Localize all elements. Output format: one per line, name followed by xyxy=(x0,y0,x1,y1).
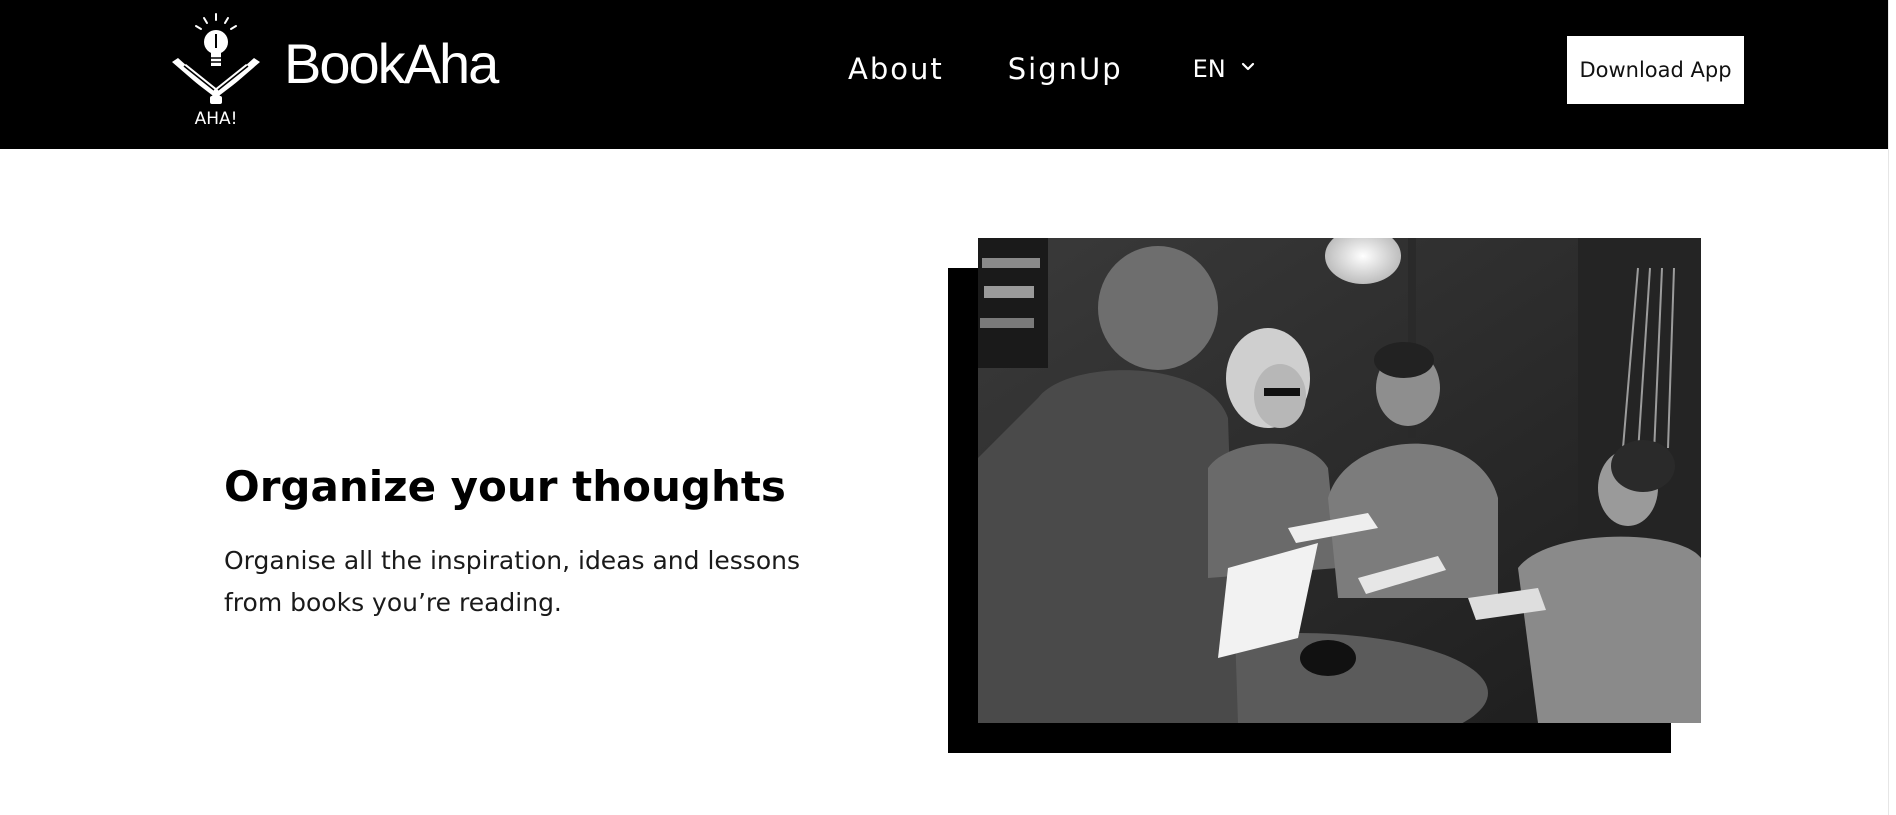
scrollbar[interactable] xyxy=(1888,0,1896,815)
logo-caption: AHA! xyxy=(195,109,238,128)
chevron-down-icon xyxy=(1241,62,1254,71)
hero-title: Organize your thoughts xyxy=(224,462,786,511)
nav-about[interactable]: About xyxy=(848,52,944,86)
language-label: EN xyxy=(1192,55,1226,83)
reading-group-image xyxy=(978,238,1701,723)
lightbulb-book-icon: AHA! xyxy=(172,13,260,128)
site-header: AHA! BookAha About SignUp EN Download Ap… xyxy=(0,0,1896,149)
nav-signup[interactable]: SignUp xyxy=(1008,52,1123,86)
page: AHA! BookAha About SignUp EN Download Ap… xyxy=(0,0,1896,815)
language-selector[interactable]: EN xyxy=(1193,55,1256,83)
download-app-button[interactable]: Download App xyxy=(1567,36,1744,104)
brand-name: BookAha xyxy=(284,31,499,95)
hero-photo xyxy=(978,238,1701,723)
hero-description: Organise all the inspiration, ideas and … xyxy=(224,546,801,617)
logo-link[interactable]: AHA! BookAha xyxy=(166,12,499,128)
main-nav: About SignUp EN xyxy=(848,52,1256,86)
